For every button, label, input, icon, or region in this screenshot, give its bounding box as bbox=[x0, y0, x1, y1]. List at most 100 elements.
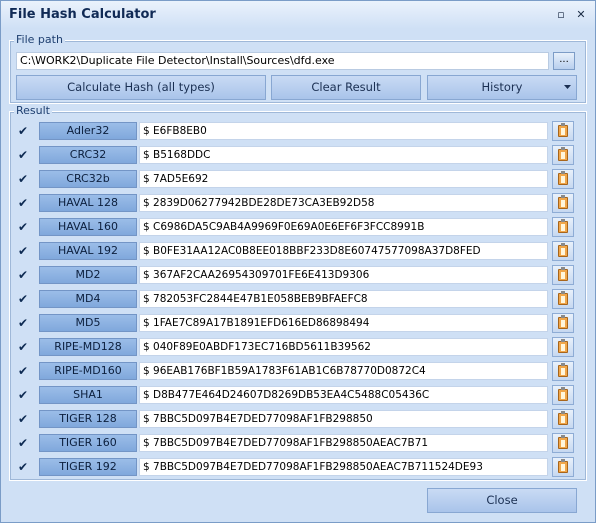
hash-row: ✔ MD4 $ 782053FC2844E47B1E058BEB9BFAEFC8 bbox=[15, 289, 577, 309]
copy-button[interactable] bbox=[552, 121, 574, 141]
clipboard-icon bbox=[558, 147, 568, 161]
check-icon[interactable]: ✔ bbox=[15, 291, 31, 307]
hash-value-field[interactable]: $ C6986DA5C9AB4A9969F0E69A0E6EF6F3FCC899… bbox=[139, 218, 548, 236]
history-button[interactable]: History bbox=[427, 75, 577, 100]
hash-row: ✔ HAVAL 160 $ C6986DA5C9AB4A9969F0E69A0E6E… bbox=[15, 217, 577, 237]
hash-row: ✔ SHA1 $ D8B477E464D24607D8269DB53EA4C5488… bbox=[15, 385, 577, 405]
history-label: History bbox=[481, 80, 523, 94]
check-icon[interactable]: ✔ bbox=[15, 435, 31, 451]
hash-row: ✔ Adler32 $ E6FB8EB0 bbox=[15, 121, 577, 141]
hash-value-field[interactable]: $ 96EAB176BF1B59A1783F61AB1C6B78770D0872… bbox=[139, 362, 548, 380]
hash-row: ✔ CRC32 $ B5168DDC bbox=[15, 145, 577, 165]
hash-value-field[interactable]: $ E6FB8EB0 bbox=[139, 122, 548, 140]
check-icon[interactable]: ✔ bbox=[15, 243, 31, 259]
close-window-button[interactable]: ✕ bbox=[575, 9, 587, 21]
hash-value-field[interactable]: $ 040F89E0ABDF173EC716BD5611B39562 bbox=[139, 338, 548, 356]
algorithm-label: CRC32 bbox=[39, 146, 137, 164]
copy-button[interactable] bbox=[552, 289, 574, 309]
clipboard-icon bbox=[558, 291, 568, 305]
clipboard-icon bbox=[558, 339, 568, 353]
hash-value-field[interactable]: $ 7BBC5D097B4E7DED77098AF1FB298850AEAC7B… bbox=[139, 434, 548, 452]
file-path-legend: File path bbox=[14, 33, 65, 46]
clipboard-icon bbox=[558, 459, 568, 473]
check-icon[interactable]: ✔ bbox=[15, 363, 31, 379]
copy-button[interactable] bbox=[552, 433, 574, 453]
check-icon[interactable]: ✔ bbox=[15, 411, 31, 427]
copy-button[interactable] bbox=[552, 193, 574, 213]
copy-button[interactable] bbox=[552, 361, 574, 381]
clipboard-icon bbox=[558, 171, 568, 185]
hash-row: ✔ TIGER 128 $ 7BBC5D097B4E7DED77098AF1FB29… bbox=[15, 409, 577, 429]
algorithm-label: MD4 bbox=[39, 290, 137, 308]
result-legend: Result bbox=[14, 104, 52, 117]
clear-result-button[interactable]: Clear Result bbox=[271, 75, 421, 100]
copy-button[interactable] bbox=[552, 265, 574, 285]
hash-row: ✔ HAVAL 192 $ B0FE31AA12AC0B8EE018BBF233D8… bbox=[15, 241, 577, 261]
algorithm-label: TIGER 128 bbox=[39, 410, 137, 428]
copy-button[interactable] bbox=[552, 145, 574, 165]
file-path-input[interactable]: C:\WORK2\Duplicate File Detector\Install… bbox=[16, 52, 549, 70]
file-hash-calculator-window: File Hash Calculator ▫ ✕ File path C:\WO… bbox=[0, 0, 596, 523]
check-icon[interactable]: ✔ bbox=[15, 147, 31, 163]
clipboard-icon bbox=[558, 243, 568, 257]
window-title: File Hash Calculator bbox=[9, 7, 156, 22]
check-icon[interactable]: ✔ bbox=[15, 387, 31, 403]
hash-row: ✔ TIGER 160 $ 7BBC5D097B4E7DED77098AF1FB29… bbox=[15, 433, 577, 453]
calculate-hash-button[interactable]: Calculate Hash (all types) bbox=[16, 75, 266, 100]
algorithm-label: SHA1 bbox=[39, 386, 137, 404]
hash-value-field[interactable]: $ 367AF2CAA26954309701FE6E413D9306 bbox=[139, 266, 548, 284]
clear-result-label: Clear Result bbox=[311, 80, 381, 94]
check-icon[interactable]: ✔ bbox=[15, 123, 31, 139]
hash-value-field[interactable]: $ B5168DDC bbox=[139, 146, 548, 164]
algorithm-label: HAVAL 160 bbox=[39, 218, 137, 236]
calculate-hash-label: Calculate Hash (all types) bbox=[67, 80, 215, 94]
hash-row: ✔ MD5 $ 1FAE7C89A17B1891EFD616ED86898494 bbox=[15, 313, 577, 333]
copy-button[interactable] bbox=[552, 337, 574, 357]
title-bar: File Hash Calculator ▫ ✕ bbox=[1, 1, 595, 29]
copy-button[interactable] bbox=[552, 457, 574, 477]
algorithm-label: TIGER 160 bbox=[39, 434, 137, 452]
copy-button[interactable] bbox=[552, 313, 574, 333]
hash-value-field[interactable]: $ 1FAE7C89A17B1891EFD616ED86898494 bbox=[139, 314, 548, 332]
clipboard-icon bbox=[558, 267, 568, 281]
copy-button[interactable] bbox=[552, 241, 574, 261]
check-icon[interactable]: ✔ bbox=[15, 339, 31, 355]
hash-value-field[interactable]: $ 7BBC5D097B4E7DED77098AF1FB298850AEAC7B… bbox=[139, 458, 548, 476]
clipboard-icon bbox=[558, 387, 568, 401]
close-label: Close bbox=[486, 493, 518, 507]
check-icon[interactable]: ✔ bbox=[15, 315, 31, 331]
copy-button[interactable] bbox=[552, 217, 574, 237]
hash-value-field[interactable]: $ 7BBC5D097B4E7DED77098AF1FB298850 bbox=[139, 410, 548, 428]
hash-row: ✔ RIPE-MD160 $ 96EAB176BF1B59A1783F61AB1C6… bbox=[15, 361, 577, 381]
hash-row: ✔ MD2 $ 367AF2CAA26954309701FE6E413D9306 bbox=[15, 265, 577, 285]
hash-row: ✔ CRC32b $ 7AD5E692 bbox=[15, 169, 577, 189]
copy-button[interactable] bbox=[552, 409, 574, 429]
copy-button[interactable] bbox=[552, 169, 574, 189]
hash-row: ✔ TIGER 192 $ 7BBC5D097B4E7DED77098AF1FB29… bbox=[15, 457, 577, 477]
clipboard-icon bbox=[558, 411, 568, 425]
algorithm-label: TIGER 192 bbox=[39, 458, 137, 476]
check-icon[interactable]: ✔ bbox=[15, 219, 31, 235]
check-icon[interactable]: ✔ bbox=[15, 459, 31, 475]
clipboard-icon bbox=[558, 123, 568, 137]
copy-button[interactable] bbox=[552, 385, 574, 405]
algorithm-label: RIPE-MD128 bbox=[39, 338, 137, 356]
hash-row: ✔ RIPE-MD128 $ 040F89E0ABDF173EC716BD5611B… bbox=[15, 337, 577, 357]
clipboard-icon bbox=[558, 315, 568, 329]
algorithm-label: Adler32 bbox=[39, 122, 137, 140]
minimize-button[interactable]: ▫ bbox=[555, 9, 567, 21]
hash-row: ✔ HAVAL 128 $ 2839D06277942BDE28DE73CA3EB9… bbox=[15, 193, 577, 213]
check-icon[interactable]: ✔ bbox=[15, 267, 31, 283]
algorithm-label: MD5 bbox=[39, 314, 137, 332]
hash-value-field[interactable]: $ D8B477E464D24607D8269DB53EA4C5488C0543… bbox=[139, 386, 548, 404]
hash-value-field[interactable]: $ B0FE31AA12AC0B8EE018BBF233D8E607475770… bbox=[139, 242, 548, 260]
hash-value-field[interactable]: $ 782053FC2844E47B1E058BEB9BFAEFC8 bbox=[139, 290, 548, 308]
hash-value-field[interactable]: $ 2839D06277942BDE28DE73CA3EB92D58 bbox=[139, 194, 548, 212]
clipboard-icon bbox=[558, 363, 568, 377]
close-button[interactable]: Close bbox=[427, 488, 577, 513]
check-icon[interactable]: ✔ bbox=[15, 171, 31, 187]
check-icon[interactable]: ✔ bbox=[15, 195, 31, 211]
browse-button[interactable]: ... bbox=[553, 52, 575, 70]
hash-value-field[interactable]: $ 7AD5E692 bbox=[139, 170, 548, 188]
algorithm-label: HAVAL 128 bbox=[39, 194, 137, 212]
